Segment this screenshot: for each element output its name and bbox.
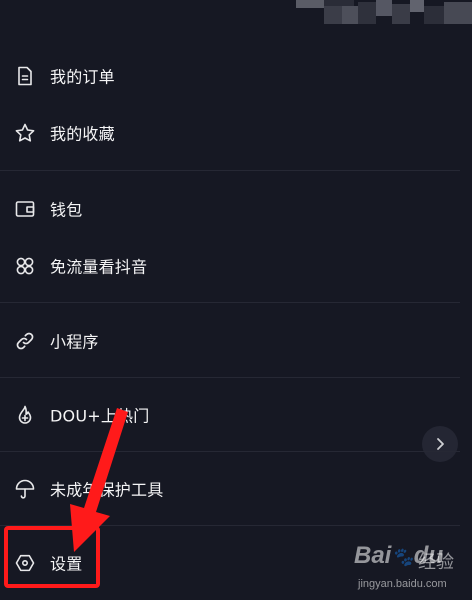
menu-item-my-favorites[interactable]: 我的收藏 [0, 108, 472, 158]
umbrella-icon [14, 478, 36, 500]
divider [0, 170, 460, 171]
wallet-icon [14, 198, 36, 220]
chevron-right-icon [437, 438, 444, 450]
menu-item-my-orders[interactable]: 我的订单 [0, 51, 472, 101]
menu-item-mini-programs[interactable]: 小程序 [0, 316, 472, 366]
menu-item-label: 我的收藏 [50, 124, 115, 144]
menu-item-label: DOU+上热门 [50, 406, 150, 426]
menu-item-label: 钱包 [50, 200, 83, 220]
flame-plus-icon [14, 404, 36, 426]
menu-item-wallet[interactable]: 钱包 [0, 184, 472, 234]
star-icon [14, 122, 36, 144]
menu-item-label: 未成年保护工具 [50, 480, 164, 500]
menu-item-label: 我的订单 [50, 67, 115, 87]
divider [0, 377, 460, 378]
watermark-jingyan: 经验 [418, 552, 454, 573]
pixelated-avatar-area [296, 0, 472, 26]
divider [0, 451, 460, 452]
menu-item-minor-protection[interactable]: 未成年保护工具 [0, 464, 472, 514]
menu-item-dou-plus[interactable]: DOU+上热门 [0, 390, 472, 440]
baidu-jingyan-watermark: Bai🐾du 经验 jingyan.baidu.com [352, 540, 468, 598]
annotation-highlight-box [4, 526, 100, 588]
expand-chevron-button[interactable] [422, 426, 458, 462]
document-icon [14, 65, 36, 87]
link-icon [14, 330, 36, 352]
watermark-url: jingyan.baidu.com [358, 578, 447, 590]
clover-icon [14, 255, 36, 277]
menu-item-free-data[interactable]: 免流量看抖音 [0, 241, 472, 291]
menu-item-label: 小程序 [50, 332, 99, 352]
menu-item-label: 免流量看抖音 [50, 257, 148, 277]
divider [0, 302, 460, 303]
